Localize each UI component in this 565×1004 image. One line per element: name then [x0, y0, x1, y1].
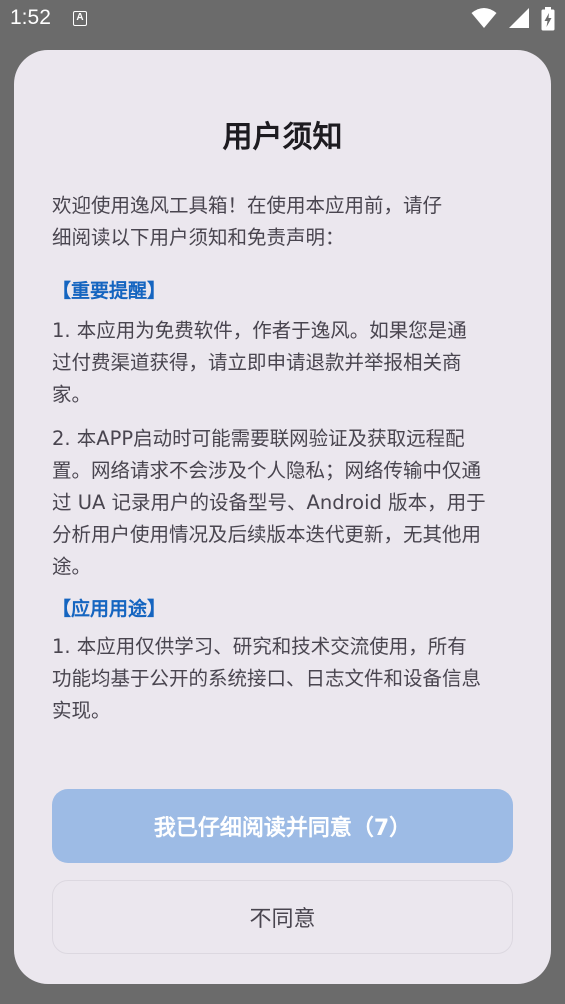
- notice-line: 1. 本应用为免费软件，作者于逸风。如果您是通: [52, 319, 467, 342]
- agree-button[interactable]: 我已仔细阅读并同意（7）: [52, 789, 513, 863]
- wifi-icon: [471, 8, 497, 28]
- notice-line: 过 UA 记录用户的设备型号、Android 版本，用于: [52, 491, 486, 514]
- notice-item-2: 2. 本APP启动时可能需要联网验证及获取远程配 置。网络请求不会涉及个人隐私；…: [52, 423, 522, 583]
- status-bar: 1:52 A: [0, 0, 565, 40]
- notice-line: 2. 本APP启动时可能需要联网验证及获取远程配: [52, 427, 465, 450]
- battery-charging-icon: [541, 7, 555, 31]
- notice-item-3: 1. 本应用仅供学习、研究和技术交流使用，所有 功能均基于公开的系统接口、日志文…: [52, 631, 522, 727]
- dialog-content: 欢迎使用逸风工具箱！在使用本应用前，请仔 细阅读以下用户须知和免责声明： 【重要…: [52, 190, 522, 727]
- section-heading-purpose: 【应用用途】: [52, 598, 167, 620]
- notice-line: 实现。: [52, 699, 111, 722]
- notice-line: 1. 本应用仅供学习、研究和技术交流使用，所有: [52, 635, 467, 658]
- cellular-signal-icon: [508, 8, 529, 28]
- status-time: 1:52: [10, 6, 51, 29]
- dialog-title: 用户须知: [222, 120, 343, 155]
- section-heading-important: 【重要提醒】: [52, 280, 167, 302]
- notice-line: 途。: [52, 555, 92, 578]
- notice-line: 功能均基于公开的系统接口、日志文件和设备信息: [52, 667, 482, 690]
- status-icons: [465, 7, 555, 31]
- intro-text: 欢迎使用逸风工具箱！在使用本应用前，请仔 细阅读以下用户须知和免责声明：: [52, 190, 522, 254]
- notice-line: 分析用户使用情况及后续版本迭代更新，无其他用: [52, 523, 482, 546]
- disagree-button[interactable]: 不同意: [52, 880, 513, 954]
- notice-item-1: 1. 本应用为免费软件，作者于逸风。如果您是通 过付费渠道获得，请立即申请退款并…: [52, 315, 522, 411]
- intro-line: 细阅读以下用户须知和免责声明：: [52, 226, 345, 249]
- notice-line: 家。: [52, 383, 92, 406]
- notice-line: 过付费渠道获得，请立即申请退款并举报相关商: [52, 351, 462, 374]
- notice-line: 置。网络请求不会涉及个人隐私；网络传输中仅通: [52, 459, 482, 482]
- user-notice-dialog: 用户须知 欢迎使用逸风工具箱！在使用本应用前，请仔 细阅读以下用户须知和免责声明…: [14, 50, 551, 984]
- intro-line: 欢迎使用逸风工具箱！在使用本应用前，请仔: [52, 194, 443, 217]
- notification-a-icon: A: [73, 11, 87, 26]
